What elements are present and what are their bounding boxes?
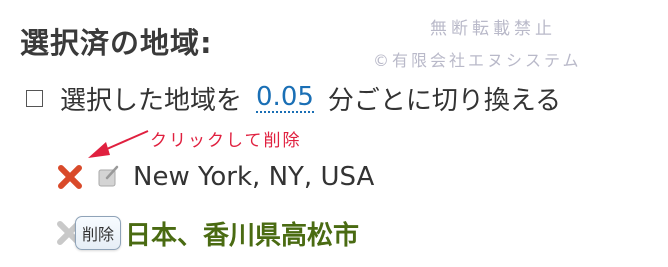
region-edit-icon[interactable] xyxy=(95,164,121,190)
interval-link[interactable]: 0.05 xyxy=(256,83,314,114)
region-name-selected[interactable]: 日本、香川県高松市 xyxy=(125,215,359,252)
auto-switch-checkbox[interactable] xyxy=(26,89,43,107)
auto-switch-label-before: 選択した地域を xyxy=(60,85,243,116)
watermark-line-1: 無断転載禁止 xyxy=(430,19,556,39)
page-heading: 選択済の地域: xyxy=(20,26,213,60)
region-name[interactable]: New York, NY, USA xyxy=(133,162,374,192)
annotation-arrow-icon xyxy=(88,130,149,158)
region-item: New York, NY, USA xyxy=(55,158,374,196)
annotation-click-to-delete: クリックして削除 xyxy=(150,131,302,151)
region-item: 削除 日本、香川県高松市 xyxy=(55,212,359,254)
watermark-line-2: ©有限会社エヌシステム xyxy=(373,51,582,70)
remove-region-icon[interactable] xyxy=(55,162,85,192)
auto-switch-label-after: 分ごとに切り換える xyxy=(327,85,562,116)
delete-tooltip: 削除 xyxy=(75,216,122,250)
auto-switch-row: 選択した地域を 0.05 分ごとに切り換える xyxy=(26,80,561,116)
